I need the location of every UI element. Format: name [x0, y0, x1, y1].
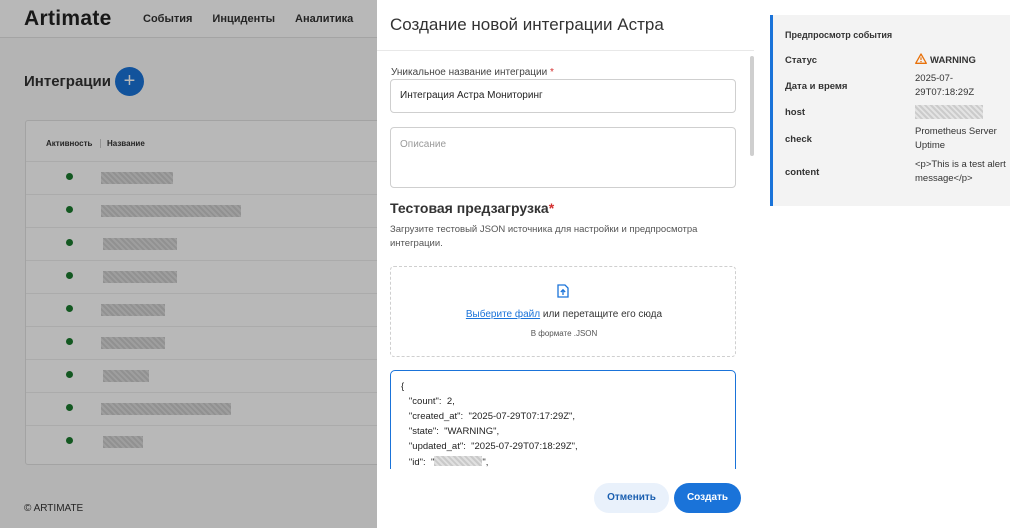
redacted-id — [434, 456, 483, 466]
preview-title: Предпросмотр события — [785, 30, 893, 40]
json-line: "count": 2, — [401, 396, 455, 407]
dropzone-text: Выберите файл или перетащите его сюда — [465, 309, 663, 320]
redacted-host — [915, 105, 983, 119]
preview-value-content: <p>This is a test alert message</p> — [915, 159, 1006, 184]
json-editor[interactable]: { "count": 2, "created_at": "2025-07-29T… — [390, 370, 736, 469]
cancel-button[interactable]: Отменить — [594, 483, 669, 513]
preview-key-content: content — [785, 167, 820, 178]
preview-value-check: Prometheus Server Uptime — [915, 126, 997, 151]
preview-value-host — [915, 105, 1011, 124]
preview-key-check: check — [785, 134, 812, 145]
modal-scroll-area[interactable]: Уникальное название интеграции * Интегра… — [377, 51, 754, 469]
integration-name-input[interactable]: Интеграция Астра Мониторинг — [390, 79, 736, 113]
choose-file-link[interactable]: Выберите файл — [466, 309, 540, 320]
dropzone-format-hint: В формате .JSON — [530, 329, 598, 338]
create-integration-modal: Создание новой интеграции Астра Уникальн… — [377, 0, 754, 528]
file-dropzone[interactable]: Выберите файл или перетащите его сюда В … — [390, 266, 736, 357]
preview-key-host: host — [785, 107, 806, 118]
json-line: "id": " ", — [401, 456, 489, 468]
event-preview-panel: Предпросмотр события Статус WARNING Дата… — [770, 15, 1010, 206]
json-line: "state": "WARNING", — [401, 426, 500, 437]
test-preload-heading: Тестовая предзагрузка* — [390, 200, 555, 216]
name-field-label: Уникальное название интеграции * — [391, 67, 554, 78]
create-button[interactable]: Создать — [674, 483, 741, 513]
preview-value-datetime: 2025-07-29T07:18:29Z — [915, 73, 975, 98]
required-mark: * — [548, 200, 555, 216]
modal-title: Создание новой интеграции Астра — [390, 15, 664, 34]
json-line: "updated_at": "2025-07-29T07:18:29Z", — [401, 441, 578, 452]
json-line: "created_at": "2025-07-29T07:17:29Z", — [401, 411, 576, 422]
test-preload-description: Загрузите тестовый JSON источника для на… — [390, 224, 698, 249]
preview-value-status: WARNING — [915, 53, 1011, 68]
preview-key-status: Статус — [785, 55, 818, 66]
preview-key-datetime: Дата и время — [785, 81, 848, 92]
warning-icon — [915, 53, 927, 64]
required-mark: * — [550, 67, 554, 78]
file-upload-icon — [557, 284, 569, 298]
description-textarea[interactable]: Описание — [390, 127, 736, 188]
json-line: { — [401, 381, 405, 392]
